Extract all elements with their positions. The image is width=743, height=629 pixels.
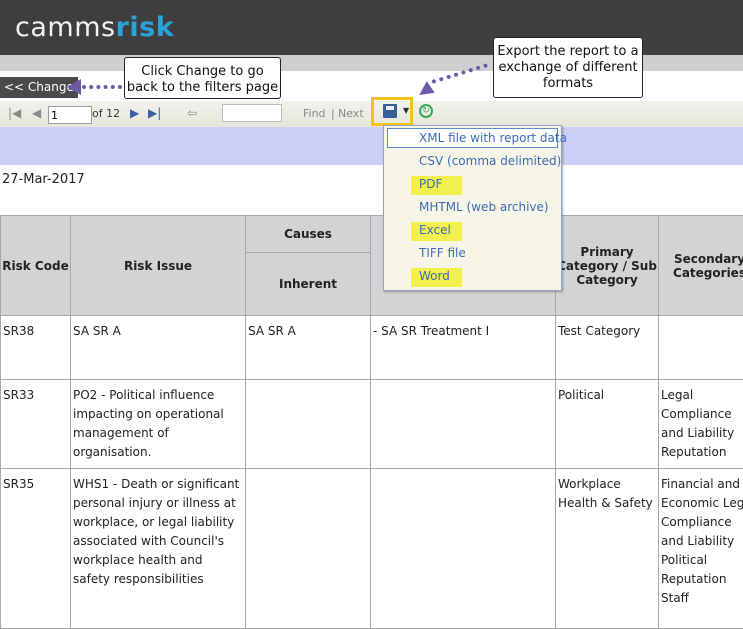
export-button-highlight: [371, 97, 413, 126]
secondary-categories-cell: Legal Compliance and Liability Reputatio…: [659, 380, 743, 469]
header-risk-issue: Risk Issue: [71, 216, 246, 316]
last-page-icon[interactable]: ▶|: [148, 106, 161, 120]
header-primary-category: Primary Category / Sub Category: [556, 216, 659, 316]
previous-page-icon[interactable]: ◀: [32, 106, 41, 120]
menu-item-word[interactable]: Word: [419, 269, 450, 283]
header-inherent: Inherent: [246, 253, 371, 316]
secondary-categories-cell: [659, 316, 743, 380]
refresh-icon[interactable]: ↻: [419, 104, 433, 118]
menu-item-mhtml[interactable]: MHTML (web archive): [419, 200, 549, 214]
risk-issue-cell: WHS1 - Death or significant personal inj…: [71, 469, 246, 629]
find-next-link[interactable]: Next: [338, 107, 364, 120]
page-number-input[interactable]: [48, 106, 92, 124]
risk-code-cell: SR38: [1, 316, 71, 380]
treatment-cell: - SA SR Treatment I: [371, 316, 556, 380]
inherent-cell: SA SR A: [246, 316, 371, 380]
menu-item-csv[interactable]: CSV (comma delimited): [419, 154, 561, 168]
table-row: SR38 SA SR A SA SR A - SA SR Treatment I…: [1, 316, 743, 380]
menu-item-pdf[interactable]: PDF: [419, 177, 442, 191]
inherent-cell: [246, 380, 371, 469]
menu-item-xml[interactable]: XML file with report data: [387, 128, 558, 148]
report-title-band: [0, 127, 743, 165]
change-arrow-line: [82, 85, 122, 89]
primary-category-cell: Workplace Health & Safety: [556, 469, 659, 629]
export-callout: Export the report to a exchange of diffe…: [493, 37, 643, 98]
primary-category-cell: Political: [556, 380, 659, 469]
menu-item-excel[interactable]: Excel: [419, 223, 451, 237]
export-format-menu: XML file with report data CSV (comma del…: [383, 125, 562, 291]
find-input[interactable]: [222, 104, 282, 122]
risk-report-table: Risk Code Risk Issue Causes Primary Cate…: [0, 215, 743, 629]
header-secondary-categories: Secondary Categories: [659, 216, 743, 316]
header-risk-code: Risk Code: [1, 216, 71, 316]
treatment-cell: [371, 469, 556, 629]
risk-code-cell: SR35: [1, 469, 71, 629]
find-link[interactable]: Find: [303, 107, 326, 120]
page-total-label: of 12: [92, 107, 120, 120]
treatment-cell: [371, 380, 556, 469]
change-callout: Click Change to go back to the filters p…: [124, 57, 281, 99]
table-row: SR33 PO2 - Political influence impacting…: [1, 380, 743, 469]
first-page-icon[interactable]: |◀: [8, 106, 21, 120]
change-arrow-head: [67, 79, 81, 95]
menu-item-tiff[interactable]: TIFF file: [419, 246, 466, 260]
risk-issue-cell: PO2 - Political influence impacting on o…: [71, 380, 246, 469]
primary-category-cell: Test Category: [556, 316, 659, 380]
camms-risk-logo: cammsrisk: [15, 12, 174, 43]
report-date: 27-Mar-2017: [2, 172, 85, 187]
next-page-icon[interactable]: ▶: [130, 106, 139, 120]
header-causes: Causes: [246, 216, 371, 253]
risk-code-cell: SR33: [1, 380, 71, 469]
inherent-cell: [246, 469, 371, 629]
secondary-categories-cell: Financial and Economic Legal Compliance …: [659, 469, 743, 629]
toolbar-separator: |: [331, 107, 335, 120]
table-row: SR35 WHS1 - Death or significant persona…: [1, 469, 743, 629]
back-icon[interactable]: ⇦: [187, 106, 197, 120]
risk-issue-cell: SA SR A: [71, 316, 246, 380]
